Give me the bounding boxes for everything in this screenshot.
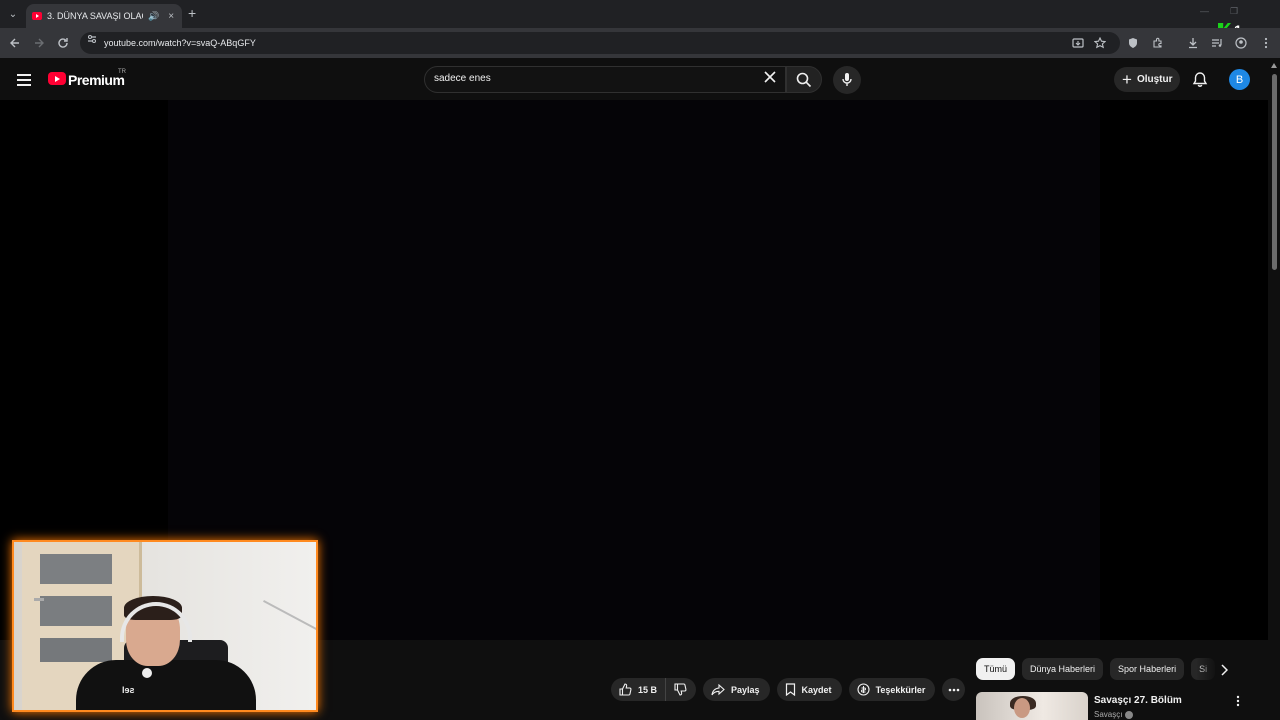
search-query-text[interactable]: sadece enes — [434, 73, 491, 84]
browser-tab-bar: ⌄ 3. DÜNYA SAVAŞI OLACAK! 🔊 × + — ❐ 1 — [0, 0, 1280, 38]
recommendation-chips: Tümü Dünya Haberleri Spor Haberleri Si — [976, 658, 1216, 680]
page-scrollbar[interactable] — [1268, 58, 1280, 720]
chip-all[interactable]: Tümü — [976, 658, 1016, 680]
more-actions-button[interactable] — [942, 678, 966, 701]
thumbs-up-icon — [619, 683, 632, 696]
install-app-icon[interactable] — [1072, 37, 1084, 49]
microphone-icon — [842, 73, 852, 86]
plus-icon: + — [1122, 69, 1132, 89]
create-label: Oluştur — [1136, 74, 1173, 85]
share-icon — [711, 683, 725, 695]
recommendation-channel[interactable]: Savaşçı — [1094, 710, 1134, 719]
like-button[interactable]: 15 B — [611, 678, 667, 701]
minimize-button[interactable]: — — [1200, 6, 1209, 16]
thanks-label: Teşekkürler — [875, 684, 926, 695]
channel-name: Savaşçı — [1094, 710, 1123, 719]
more-horizontal-icon — [948, 688, 960, 691]
voice-search-button[interactable] — [833, 66, 861, 94]
thumbs-down-icon — [674, 683, 687, 696]
url-text[interactable]: youtube.com/watch?v=svaQ-ABqGFY — [104, 38, 256, 48]
video-actions: 15 B Paylaş Kaydet Teşekkürler — [611, 678, 966, 701]
avatar[interactable]: B — [1229, 69, 1250, 90]
youtube-premium-logo-text[interactable]: Premium — [68, 72, 125, 88]
shield-extension-icon[interactable] — [1127, 37, 1139, 49]
like-dislike-group: 15 B — [611, 678, 697, 701]
shirt-logo-text: sel — [122, 685, 135, 695]
menu-hamburger-icon[interactable] — [17, 74, 31, 86]
super-thanks-icon — [857, 683, 870, 696]
notifications-bell-icon[interactable] — [1192, 71, 1208, 88]
restore-button[interactable]: ❐ — [1230, 6, 1238, 17]
webcam-person-body — [76, 660, 256, 710]
recommendation-menu-icon[interactable] — [1236, 695, 1240, 707]
thanks-button[interactable]: Teşekkürler — [848, 678, 936, 701]
chip-world-news[interactable]: Dünya Haberleri — [1022, 658, 1104, 680]
save-button[interactable]: Kaydet — [776, 678, 842, 701]
bookmark-star-icon[interactable] — [1094, 37, 1106, 49]
webcam-door-pane — [40, 554, 112, 584]
search-button[interactable] — [786, 66, 822, 93]
new-tab-button[interactable]: + — [188, 6, 196, 20]
webcam-door-pane — [40, 596, 112, 626]
share-button[interactable]: Paylaş — [703, 678, 770, 701]
browser-tab[interactable]: 3. DÜNYA SAVAŞI OLACAK! 🔊 × — [26, 4, 182, 28]
region-code: TR — [118, 69, 126, 75]
forward-icon[interactable] — [33, 37, 45, 49]
clear-search-icon[interactable] — [763, 70, 777, 84]
create-button[interactable]: + Oluştur — [1114, 67, 1180, 92]
extensions-puzzle-icon[interactable] — [1152, 37, 1164, 49]
media-controls-icon[interactable] — [1211, 37, 1223, 49]
share-label: Paylaş — [731, 684, 760, 695]
chevron-right-icon[interactable] — [1220, 664, 1228, 676]
scroll-up-arrow-icon[interactable] — [1271, 63, 1277, 68]
site-info-icon[interactable] — [86, 33, 98, 45]
browser-menu-icon[interactable] — [1260, 37, 1272, 49]
save-label: Kaydet — [801, 684, 832, 695]
recommendation-thumbnail[interactable] — [976, 692, 1088, 720]
chips-fade — [1196, 658, 1218, 680]
reload-icon[interactable] — [57, 37, 69, 49]
webcam-door-handle — [34, 598, 44, 601]
dislike-button[interactable] — [666, 678, 696, 701]
speaker-icon[interactable]: 🔊 — [148, 11, 159, 22]
back-icon[interactable] — [9, 37, 21, 49]
download-icon[interactable] — [1187, 37, 1199, 49]
verified-badge-icon — [1125, 710, 1134, 719]
webcam-door-pane — [40, 638, 112, 662]
bookmark-icon — [785, 683, 795, 696]
thumbnail-face — [1014, 698, 1030, 718]
recommendation-title[interactable]: Savaşçı 27. Bölüm — [1094, 695, 1182, 706]
youtube-icon — [32, 12, 42, 20]
like-count: 15 B — [638, 684, 658, 695]
webcam-mic — [142, 668, 152, 678]
youtube-logo-icon[interactable] — [48, 72, 66, 85]
profile-icon[interactable] — [1235, 37, 1247, 49]
chip-sports-news[interactable]: Spor Haberleri — [1110, 658, 1185, 680]
tab-list-button[interactable]: ⌄ — [4, 5, 22, 23]
webcam-overlay: sel — [12, 540, 318, 712]
scrollbar-thumb[interactable] — [1272, 74, 1277, 270]
search-icon — [796, 72, 812, 87]
tab-title: 3. DÜNYA SAVAŞI OLACAK! — [47, 11, 143, 21]
tab-close-button[interactable]: × — [168, 11, 174, 22]
